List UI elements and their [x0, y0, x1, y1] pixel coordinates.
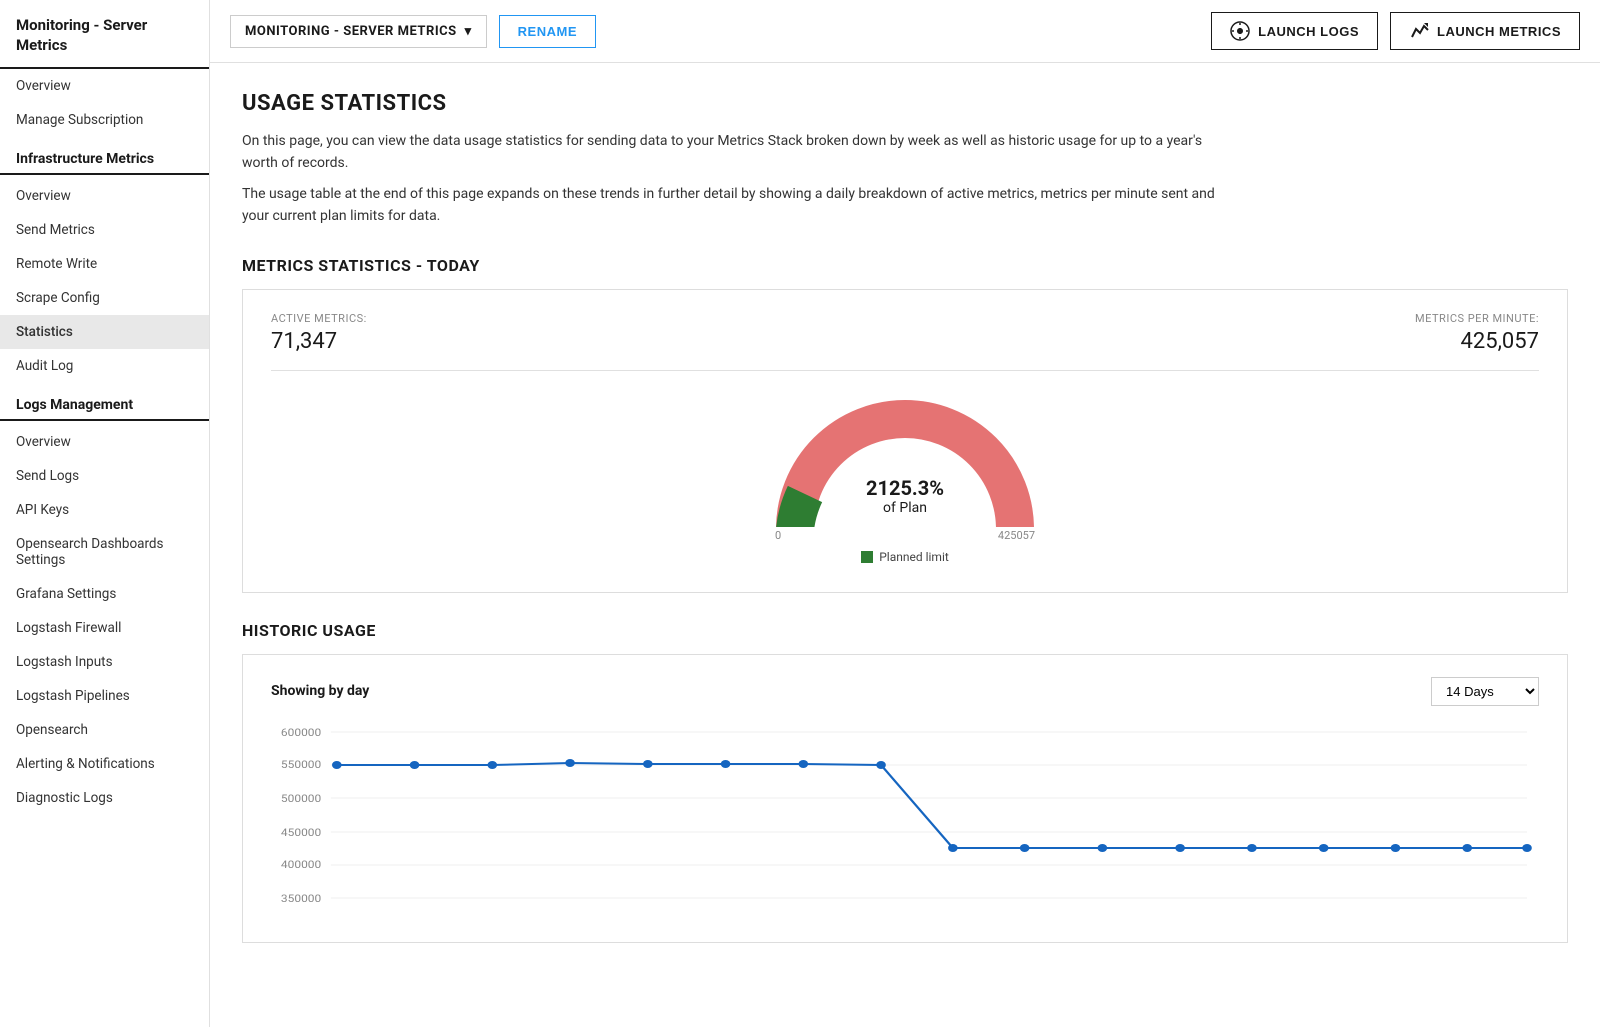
sidebar-item-overview-infra[interactable]: Overview	[0, 179, 209, 213]
chart-area: 600000 550000 500000 450000 400000 35000…	[271, 720, 1539, 920]
sidebar-item-logstash-firewall[interactable]: Logstash Firewall	[0, 611, 209, 645]
svg-text:350000: 350000	[281, 892, 321, 904]
historic-card: Showing by day 14 Days 7 Days 30 Days 90…	[242, 654, 1568, 943]
gauge-min-label: 0	[775, 529, 781, 542]
metrics-per-minute-block: METRICS PER MINUTE: 425,057	[1415, 312, 1539, 354]
sidebar-item-logstash-pipelines[interactable]: Logstash Pipelines	[0, 679, 209, 713]
launch-logs-icon	[1230, 21, 1250, 41]
days-select[interactable]: 14 Days 7 Days 30 Days 90 Days	[1431, 677, 1539, 706]
sidebar-section-infrastructure: Infrastructure Metrics	[0, 137, 209, 175]
stats-card: ACTIVE METRICS: 71,347 METRICS PER MINUT…	[242, 289, 1568, 593]
sidebar-item-api-keys[interactable]: API Keys	[0, 493, 209, 527]
metrics-per-minute-value: 425,057	[1460, 329, 1539, 354]
gauge-percent: 2125.3%	[866, 476, 944, 500]
svg-text:550000: 550000	[281, 758, 321, 770]
historic-header: Showing by day 14 Days 7 Days 30 Days 90…	[271, 677, 1539, 706]
main-content: MONITORING - SERVER METRICS ▾ RENAME LAU…	[210, 0, 1600, 1027]
launch-logs-label: LAUNCH LOGS	[1258, 24, 1359, 39]
gauge-center-text: 2125.3% of Plan	[866, 476, 944, 517]
svg-text:500000: 500000	[281, 792, 321, 804]
sidebar-item-grafana-settings[interactable]: Grafana Settings	[0, 577, 209, 611]
active-metrics-value: 71,347	[271, 329, 337, 354]
sidebar-item-opensearch-dashboards[interactable]: Opensearch Dashboards Settings	[0, 527, 209, 577]
gauge-legend: Planned limit	[861, 550, 949, 564]
gauge-max-label: 425057	[998, 529, 1035, 542]
gauge-labels: 0 425057	[775, 529, 1035, 542]
active-metrics-label: ACTIVE METRICS:	[271, 312, 367, 325]
sidebar-item-opensearch[interactable]: Opensearch	[0, 713, 209, 747]
page-description-1: On this page, you can view the data usag…	[242, 130, 1222, 175]
stat-divider	[271, 370, 1539, 371]
launch-metrics-label: LAUNCH METRICS	[1437, 24, 1561, 39]
stats-row: ACTIVE METRICS: 71,347 METRICS PER MINUT…	[271, 312, 1539, 354]
chevron-down-icon: ▾	[465, 24, 472, 39]
breadcrumb-label: MONITORING - SERVER METRICS	[245, 24, 457, 39]
sidebar-section-logs: Logs Management	[0, 383, 209, 421]
topbar: MONITORING - SERVER METRICS ▾ RENAME LAU…	[210, 0, 1600, 63]
metrics-per-minute-label: METRICS PER MINUTE:	[1415, 312, 1539, 325]
sidebar-item-scrape-config[interactable]: Scrape Config	[0, 281, 209, 315]
sidebar: Monitoring - Server Metrics Overview Man…	[0, 0, 210, 1027]
page-title: USAGE STATISTICS	[242, 91, 1568, 116]
launch-metrics-icon	[1409, 21, 1429, 41]
sidebar-title: Monitoring - Server Metrics	[0, 0, 209, 69]
svg-text:450000: 450000	[281, 826, 321, 838]
sidebar-item-logstash-inputs[interactable]: Logstash Inputs	[0, 645, 209, 679]
sidebar-item-alerting-notifications[interactable]: Alerting & Notifications	[0, 747, 209, 781]
sidebar-item-send-metrics[interactable]: Send Metrics	[0, 213, 209, 247]
sidebar-item-send-logs[interactable]: Send Logs	[0, 459, 209, 493]
sidebar-item-statistics[interactable]: Statistics	[0, 315, 209, 349]
legend-dot	[861, 551, 873, 563]
metrics-section-title: METRICS STATISTICS - TODAY	[242, 256, 1568, 275]
historic-section-title: HISTORIC USAGE	[242, 621, 1568, 640]
sidebar-item-diagnostic-logs[interactable]: Diagnostic Logs	[0, 781, 209, 815]
chart-svg: 600000 550000 500000 450000 400000 35000…	[271, 720, 1539, 920]
sidebar-item-overview-logs[interactable]: Overview	[0, 425, 209, 459]
sidebar-item-remote-write[interactable]: Remote Write	[0, 247, 209, 281]
active-metrics-block: ACTIVE METRICS: 71,347	[271, 312, 367, 354]
page-content: USAGE STATISTICS On this page, you can v…	[210, 63, 1600, 1027]
gauge-subtext: of Plan	[866, 500, 944, 517]
sidebar-item-audit-log[interactable]: Audit Log	[0, 349, 209, 383]
svg-text:600000: 600000	[281, 726, 321, 738]
showing-label: Showing by day	[271, 683, 369, 699]
launch-metrics-button[interactable]: LAUNCH METRICS	[1390, 12, 1580, 50]
rename-button[interactable]: RENAME	[499, 15, 596, 48]
launch-logs-button[interactable]: LAUNCH LOGS	[1211, 12, 1378, 50]
gauge-container: 2125.3% of Plan 0 425057 Planned limit	[271, 389, 1539, 574]
page-description-2: The usage table at the end of this page …	[242, 183, 1222, 228]
svg-text:400000: 400000	[281, 858, 321, 870]
sidebar-item[interactable]: Overview	[0, 69, 209, 103]
breadcrumb-dropdown[interactable]: MONITORING - SERVER METRICS ▾	[230, 15, 487, 48]
sidebar-item-manage-subscription[interactable]: Manage Subscription	[0, 103, 209, 137]
gauge-wrapper: 2125.3% of Plan	[775, 389, 1035, 527]
legend-label: Planned limit	[879, 550, 949, 564]
